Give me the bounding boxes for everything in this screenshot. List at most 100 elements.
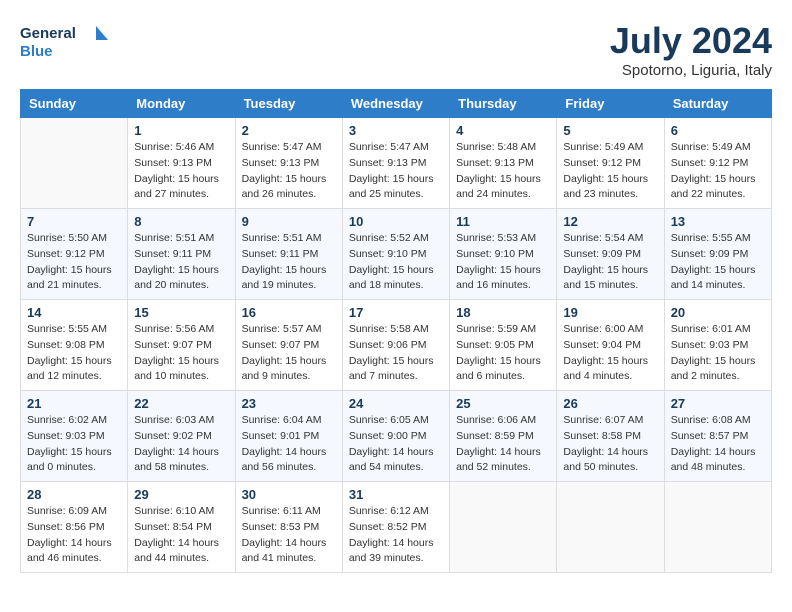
- day-info: Sunrise: 5:55 AMSunset: 9:08 PMDaylight:…: [27, 322, 121, 385]
- logo: General Blue: [20, 20, 110, 64]
- calendar-cell: 8 Sunrise: 5:51 AMSunset: 9:11 PMDaylight…: [128, 209, 235, 300]
- day-info: Sunrise: 6:09 AMSunset: 8:56 PMDaylight:…: [27, 504, 121, 567]
- day-number: 4: [456, 123, 550, 138]
- svg-text:General: General: [20, 25, 76, 42]
- calendar-cell: 1 Sunrise: 5:46 AMSunset: 9:13 PMDaylight…: [128, 118, 235, 209]
- day-number: 20: [671, 305, 765, 320]
- day-number: 29: [134, 487, 228, 502]
- calendar-cell: 4 Sunrise: 5:48 AMSunset: 9:13 PMDaylight…: [450, 118, 557, 209]
- day-info: Sunrise: 5:50 AMSunset: 9:12 PMDaylight:…: [27, 231, 121, 294]
- calendar-cell: 10 Sunrise: 5:52 AMSunset: 9:10 PMDayligh…: [342, 209, 449, 300]
- day-number: 30: [242, 487, 336, 502]
- col-header-monday: Monday: [128, 90, 235, 118]
- calendar-table: SundayMondayTuesdayWednesdayThursdayFrid…: [20, 89, 772, 573]
- calendar-cell: 13Sunrise: 5:55 AMSunset: 9:09 PMDayligh…: [664, 209, 771, 300]
- day-info: Sunrise: 5:54 AMSunset: 9:09 PMDaylight:…: [563, 231, 657, 294]
- calendar-cell: 18Sunrise: 5:59 AMSunset: 9:05 PMDayligh…: [450, 300, 557, 391]
- col-header-sunday: Sunday: [21, 90, 128, 118]
- calendar-cell: 24 Sunrise: 6:05 AMSunset: 9:00 PMDayligh…: [342, 391, 449, 482]
- day-number: 12: [563, 214, 657, 229]
- day-number: 7: [27, 214, 121, 229]
- calendar-cell: 11 Sunrise: 5:53 AMSunset: 9:10 PMDayligh…: [450, 209, 557, 300]
- title-block: July 2024 Spotorno, Liguria, Italy: [610, 20, 772, 79]
- day-number: 22: [134, 396, 228, 411]
- calendar-cell: 17 Sunrise: 5:58 AMSunset: 9:06 PMDayligh…: [342, 300, 449, 391]
- day-info: Sunrise: 6:06 AMSunset: 8:59 PMDaylight:…: [456, 413, 550, 476]
- day-number: 8: [134, 214, 228, 229]
- day-number: 15: [134, 305, 228, 320]
- month-title: July 2024: [610, 20, 772, 62]
- calendar-cell: 3Sunrise: 5:47 AMSunset: 9:13 PMDaylight…: [342, 118, 449, 209]
- calendar-cell: 25 Sunrise: 6:06 AMSunset: 8:59 PMDayligh…: [450, 391, 557, 482]
- day-number: 23: [242, 396, 336, 411]
- svg-text:Blue: Blue: [20, 43, 53, 60]
- calendar-cell: 31 Sunrise: 6:12 AMSunset: 8:52 PMDayligh…: [342, 482, 449, 573]
- day-info: Sunrise: 6:10 AMSunset: 8:54 PMDaylight:…: [134, 504, 228, 567]
- calendar-cell: 22 Sunrise: 6:03 AMSunset: 9:02 PMDayligh…: [128, 391, 235, 482]
- col-header-wednesday: Wednesday: [342, 90, 449, 118]
- day-number: 21: [27, 396, 121, 411]
- calendar-cell: 7 Sunrise: 5:50 AMSunset: 9:12 PMDaylight…: [21, 209, 128, 300]
- day-info: Sunrise: 6:01 AMSunset: 9:03 PMDaylight:…: [671, 322, 765, 385]
- day-info: Sunrise: 5:51 AMSunset: 9:11 PMDaylight:…: [134, 231, 228, 294]
- day-number: 10: [349, 214, 443, 229]
- calendar-cell: 19Sunrise: 6:00 AMSunset: 9:04 PMDayligh…: [557, 300, 664, 391]
- day-info: Sunrise: 5:56 AMSunset: 9:07 PMDaylight:…: [134, 322, 228, 385]
- calendar-cell: 6Sunrise: 5:49 AMSunset: 9:12 PMDaylight…: [664, 118, 771, 209]
- col-header-tuesday: Tuesday: [235, 90, 342, 118]
- calendar-cell: 14 Sunrise: 5:55 AMSunset: 9:08 PMDayligh…: [21, 300, 128, 391]
- calendar-cell: [557, 482, 664, 573]
- location-subtitle: Spotorno, Liguria, Italy: [610, 62, 772, 79]
- day-number: 17: [349, 305, 443, 320]
- day-number: 25: [456, 396, 550, 411]
- day-number: 26: [563, 396, 657, 411]
- calendar-cell: [664, 482, 771, 573]
- day-number: 13: [671, 214, 765, 229]
- day-info: Sunrise: 5:58 AMSunset: 9:06 PMDaylight:…: [349, 322, 443, 385]
- day-number: 31: [349, 487, 443, 502]
- day-info: Sunrise: 5:59 AMSunset: 9:05 PMDaylight:…: [456, 322, 550, 385]
- calendar-cell: 5 Sunrise: 5:49 AMSunset: 9:12 PMDaylight…: [557, 118, 664, 209]
- day-info: Sunrise: 5:52 AMSunset: 9:10 PMDaylight:…: [349, 231, 443, 294]
- col-header-thursday: Thursday: [450, 90, 557, 118]
- day-info: Sunrise: 6:05 AMSunset: 9:00 PMDaylight:…: [349, 413, 443, 476]
- day-info: Sunrise: 5:49 AMSunset: 9:12 PMDaylight:…: [563, 140, 657, 203]
- day-info: Sunrise: 6:12 AMSunset: 8:52 PMDaylight:…: [349, 504, 443, 567]
- calendar-cell: 21Sunrise: 6:02 AMSunset: 9:03 PMDayligh…: [21, 391, 128, 482]
- calendar-cell: 12 Sunrise: 5:54 AMSunset: 9:09 PMDayligh…: [557, 209, 664, 300]
- page-header: General Blue July 2024 Spotorno, Liguria…: [20, 20, 772, 79]
- calendar-cell: 28Sunrise: 6:09 AMSunset: 8:56 PMDayligh…: [21, 482, 128, 573]
- calendar-cell: 16Sunrise: 5:57 AMSunset: 9:07 PMDayligh…: [235, 300, 342, 391]
- calendar-cell: 30 Sunrise: 6:11 AMSunset: 8:53 PMDayligh…: [235, 482, 342, 573]
- day-number: 1: [134, 123, 228, 138]
- day-info: Sunrise: 5:51 AMSunset: 9:11 PMDaylight:…: [242, 231, 336, 294]
- calendar-cell: 23 Sunrise: 6:04 AMSunset: 9:01 PMDayligh…: [235, 391, 342, 482]
- day-info: Sunrise: 5:48 AMSunset: 9:13 PMDaylight:…: [456, 140, 550, 203]
- day-info: Sunrise: 5:47 AMSunset: 9:13 PMDaylight:…: [349, 140, 443, 203]
- calendar-cell: 27 Sunrise: 6:08 AMSunset: 8:57 PMDayligh…: [664, 391, 771, 482]
- day-info: Sunrise: 6:07 AMSunset: 8:58 PMDaylight:…: [563, 413, 657, 476]
- calendar-cell: 26 Sunrise: 6:07 AMSunset: 8:58 PMDayligh…: [557, 391, 664, 482]
- day-number: 24: [349, 396, 443, 411]
- day-number: 6: [671, 123, 765, 138]
- col-header-saturday: Saturday: [664, 90, 771, 118]
- day-info: Sunrise: 6:08 AMSunset: 8:57 PMDaylight:…: [671, 413, 765, 476]
- day-info: Sunrise: 5:57 AMSunset: 9:07 PMDaylight:…: [242, 322, 336, 385]
- day-info: Sunrise: 5:46 AMSunset: 9:13 PMDaylight:…: [134, 140, 228, 203]
- calendar-cell: 2 Sunrise: 5:47 AMSunset: 9:13 PMDaylight…: [235, 118, 342, 209]
- day-number: 5: [563, 123, 657, 138]
- day-info: Sunrise: 6:11 AMSunset: 8:53 PMDaylight:…: [242, 504, 336, 567]
- day-info: Sunrise: 6:03 AMSunset: 9:02 PMDaylight:…: [134, 413, 228, 476]
- day-info: Sunrise: 6:04 AMSunset: 9:01 PMDaylight:…: [242, 413, 336, 476]
- day-number: 9: [242, 214, 336, 229]
- day-number: 14: [27, 305, 121, 320]
- day-info: Sunrise: 5:53 AMSunset: 9:10 PMDaylight:…: [456, 231, 550, 294]
- day-info: Sunrise: 5:47 AMSunset: 9:13 PMDaylight:…: [242, 140, 336, 203]
- calendar-cell: 20 Sunrise: 6:01 AMSunset: 9:03 PMDayligh…: [664, 300, 771, 391]
- calendar-cell: 9 Sunrise: 5:51 AMSunset: 9:11 PMDaylight…: [235, 209, 342, 300]
- day-number: 11: [456, 214, 550, 229]
- calendar-cell: [450, 482, 557, 573]
- day-number: 2: [242, 123, 336, 138]
- day-number: 27: [671, 396, 765, 411]
- calendar-cell: 29 Sunrise: 6:10 AMSunset: 8:54 PMDayligh…: [128, 482, 235, 573]
